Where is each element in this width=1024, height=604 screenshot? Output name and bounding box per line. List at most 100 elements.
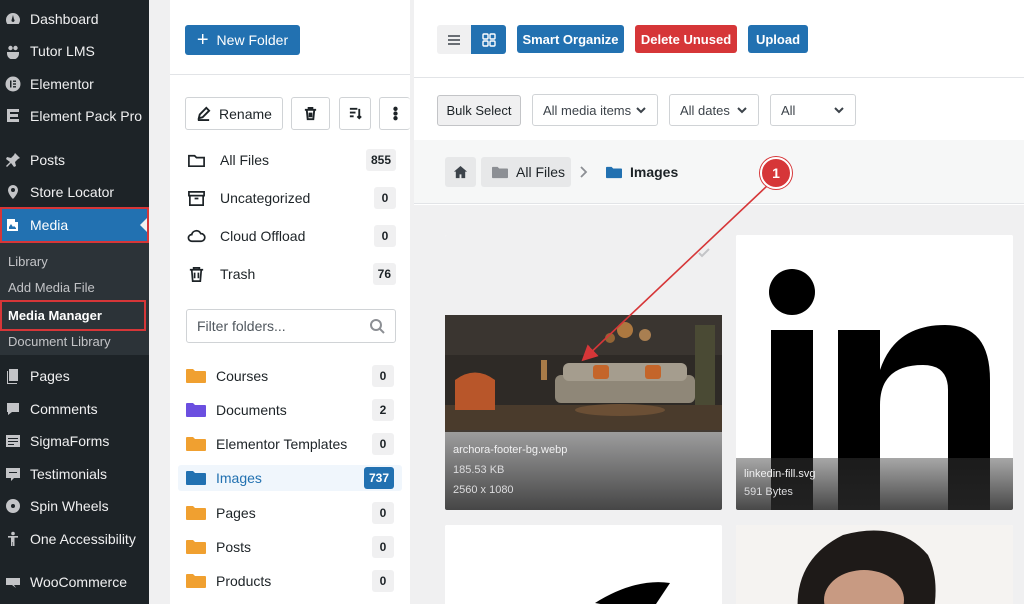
folder-item-elementor-templates[interactable]: Elementor Templates 0 [178, 431, 402, 457]
bulk-select-button[interactable]: Bulk Select [437, 95, 521, 126]
menu-elementor[interactable]: Elementor [0, 69, 149, 99]
media-type-select[interactable]: All media items [532, 94, 658, 126]
folder-item-pages[interactable]: Pages 0 [178, 500, 402, 526]
breadcrumb-home[interactable] [445, 157, 476, 187]
folder-item-courses[interactable]: Courses 0 [178, 363, 402, 389]
folder-label: Courses [216, 368, 269, 384]
menu-spin-wheels[interactable]: Spin Wheels [0, 491, 149, 521]
grid-view-button[interactable] [471, 25, 506, 54]
menu-sigmaforms[interactable]: SigmaForms [0, 426, 149, 456]
media-card[interactable]: archora-footer-bg.webp 185.53 KB 2560 x … [445, 235, 722, 510]
menu-label: Spin Wheels [30, 498, 109, 514]
filter-bar: Bulk Select All media items All dates Al… [414, 78, 1024, 140]
menu-posts[interactable]: Posts [0, 145, 149, 175]
submenu-document-library[interactable]: Document Library [8, 334, 111, 349]
list-view-button[interactable] [437, 25, 471, 54]
menu-label: WooCommerce [30, 574, 127, 590]
filter-folders-input[interactable]: Filter folders... [186, 309, 396, 343]
media-thumbnail [445, 525, 722, 604]
menu-tutor-lms[interactable]: Tutor LMS [0, 36, 149, 66]
comment-icon [5, 401, 21, 417]
breadcrumb: All Files Images [414, 140, 1024, 204]
kebab-menu-icon [392, 106, 398, 121]
folder-item-images[interactable]: Images 737 [178, 465, 402, 491]
media-filesize: 591 Bytes [744, 486, 793, 498]
folder-label: Pages [216, 505, 256, 521]
date-select[interactable]: All dates [669, 94, 759, 126]
folder-item-documents[interactable]: Documents 2 [178, 397, 402, 423]
pin-icon [5, 152, 21, 168]
menu-element-pack-pro[interactable]: Element Pack Pro [0, 101, 149, 131]
chevron-down-icon [736, 104, 748, 116]
root-item-trash[interactable]: Trash 76 [186, 261, 396, 287]
item-count: 0 [372, 570, 394, 592]
trash-icon [304, 106, 317, 121]
menu-label: Comments [30, 401, 98, 417]
root-item-cloud-offload[interactable]: Cloud Offload 0 [186, 223, 396, 249]
menu-testimonials[interactable]: Testimonials [0, 459, 149, 489]
item-count: 0 [372, 433, 394, 455]
menu-woocommerce[interactable]: WooCommerce [0, 567, 149, 597]
cloud-icon [186, 226, 206, 246]
upload-button[interactable]: Upload [748, 25, 808, 53]
menu-dashboard[interactable]: Dashboard [0, 4, 149, 34]
item-count: 0 [374, 225, 396, 247]
menu-one-accessibility[interactable]: One Accessibility [0, 524, 149, 554]
new-folder-label: New Folder [216, 32, 289, 48]
usage-select[interactable]: All [770, 94, 856, 126]
breadcrumb-current: Images [606, 157, 678, 187]
select-value: All dates [680, 102, 730, 118]
chevron-down-icon [635, 104, 647, 116]
rename-button[interactable]: Rename [185, 97, 283, 130]
wheel-icon [5, 498, 21, 514]
root-item-all-files[interactable]: All Files 855 [186, 147, 396, 173]
sort-button[interactable] [339, 97, 371, 130]
breadcrumb-label: All Files [516, 164, 566, 180]
breadcrumb-label: Images [630, 164, 679, 180]
more-options-button[interactable] [379, 97, 410, 130]
root-item-label: All Files [220, 152, 270, 168]
media-filename: archora-footer-bg.webp [453, 444, 568, 456]
menu-label: SigmaForms [30, 433, 110, 449]
select-checkbox[interactable] [696, 245, 712, 261]
media-thumbnail [736, 525, 1013, 604]
new-folder-button[interactable]: + New Folder [185, 25, 300, 55]
media-card[interactable] [445, 525, 722, 604]
delete-unused-button[interactable]: Delete Unused [635, 25, 737, 53]
submenu-media-manager[interactable]: Media Manager [0, 300, 146, 331]
select-value: All [781, 102, 796, 118]
chevron-right-icon [578, 164, 588, 180]
media-icon [5, 217, 21, 233]
archive-icon [186, 188, 206, 208]
menu-store-locator[interactable]: Store Locator [0, 177, 149, 207]
folder-label: Elementor Templates [216, 436, 348, 452]
submenu-library[interactable]: Library [8, 254, 48, 269]
media-card[interactable]: linkedin-fill.svg 591 Bytes [736, 235, 1013, 510]
view-toggle [437, 25, 506, 54]
root-item-label: Cloud Offload [220, 228, 306, 244]
root-item-uncategorized[interactable]: Uncategorized 0 [186, 185, 396, 211]
menu-label: Posts [30, 152, 66, 168]
item-count: 2 [372, 399, 394, 421]
menu-comments[interactable]: Comments [0, 394, 149, 424]
item-count: 0 [372, 365, 394, 387]
delete-folder-button[interactable] [291, 97, 330, 130]
chevron-down-icon [833, 104, 845, 116]
select-value: All media items [543, 102, 632, 118]
item-count: 0 [374, 187, 396, 209]
location-pin-icon [5, 184, 21, 200]
submenu-add-media-file[interactable]: Add Media File [8, 280, 95, 295]
folder-item-posts[interactable]: Posts 0 [178, 534, 402, 560]
breadcrumb-all-files[interactable]: All Files [481, 157, 571, 187]
folder-label: Images [216, 470, 262, 486]
folder-item-products[interactable]: Products 0 [178, 568, 402, 594]
menu-label: Elementor [30, 76, 94, 92]
folder-label: Posts [216, 539, 252, 555]
trash-icon [186, 264, 206, 284]
smart-organize-button[interactable]: Smart Organize [517, 25, 624, 53]
menu-pages[interactable]: Pages [0, 361, 149, 391]
media-card[interactable] [736, 525, 1013, 604]
element-pack-icon [5, 108, 21, 124]
menu-media[interactable]: Media [0, 207, 149, 243]
search-icon [369, 318, 385, 334]
